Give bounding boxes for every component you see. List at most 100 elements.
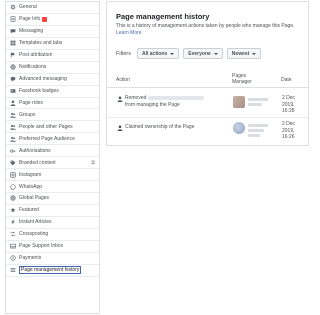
info-icon (9, 16, 16, 23)
learn-more-link[interactable]: Learn More (116, 30, 142, 36)
people-icon (9, 135, 16, 142)
column-header-manager: Pages Manager (232, 73, 252, 85)
sidebar-item-page-info[interactable]: Page Info (6, 14, 99, 26)
list-icon (9, 267, 16, 274)
sidebar-item-whatsapp[interactable]: WhatsApp (6, 181, 99, 193)
table-row: Removed from managing the Page 2 Dec 201… (107, 89, 308, 117)
sidebar-item-label: Messaging (19, 28, 44, 35)
globe-icon (9, 64, 16, 71)
sidebar-item-payments[interactable]: $ Payments (6, 253, 99, 265)
crosspost-icon (9, 231, 16, 238)
chevron-down-icon (252, 52, 257, 55)
sidebar-item-instagram[interactable]: Instagram (6, 169, 99, 182)
sidebar-item-featured[interactable]: Featured (6, 205, 99, 217)
chevron-down-icon (170, 52, 175, 55)
sidebar-item-crossposting[interactable]: Crossposting (6, 229, 99, 241)
sidebar-item-label: Notifications (19, 64, 47, 71)
filter-sort-dropdown[interactable]: Newest (226, 48, 262, 59)
sidebar-item-label: Instant Articles (19, 219, 52, 226)
people-icon (9, 111, 16, 118)
sidebar-item-messaging[interactable]: Messaging (6, 26, 99, 38)
instagram-icon (9, 171, 16, 178)
page-management-history-panel: Page management history This is a histor… (106, 1, 309, 146)
person-icon (9, 99, 16, 106)
flag-icon (9, 52, 16, 59)
action-suffix: from managing the Page (125, 101, 180, 108)
sidebar-item-preferred-page-audience[interactable]: Preferred Page Audience (6, 133, 99, 146)
sidebar-item-label: Preferred Page Audience (19, 135, 75, 142)
filter-actions-dropdown[interactable]: All actions (136, 48, 180, 59)
action-prefix: Removed (125, 95, 147, 101)
sidebar-item-page-support-inbox[interactable]: Page Support Inbox (6, 241, 99, 253)
sidebar-item-page-management-history[interactable]: Page management history (6, 264, 99, 277)
column-header-date: Date (281, 77, 292, 83)
filter-sort-value: Newest (231, 50, 250, 57)
sidebar-item-global-pages[interactable]: Global Pages (6, 193, 99, 205)
filters-bar: Filters All actions Everyone Newest (116, 48, 262, 59)
globe-icon (9, 195, 16, 202)
sidebar-item-advanced-messaging[interactable]: Advanced messaging (6, 74, 99, 86)
sidebar-item-page-roles[interactable]: Page roles (6, 98, 99, 110)
tag-icon (9, 159, 16, 166)
sidebar-item-label: Instagram (19, 171, 42, 178)
sidebar-item-branded-content[interactable]: Branded content ⧉ (6, 157, 99, 170)
sidebar-item-label: Page Support Inbox (19, 243, 64, 250)
sidebar-item-label: WhatsApp (19, 183, 43, 190)
key-icon (9, 147, 16, 154)
sidebar-item-label: Global Pages (19, 195, 50, 202)
column-header-action: Action (116, 77, 130, 83)
action-date: 2 Dec 2019, 16:28 (282, 95, 296, 114)
sidebar-item-groups[interactable]: Groups (6, 109, 99, 122)
person-icon (117, 96, 123, 102)
sidebar-item-facebook-badges[interactable]: Facebook badges (6, 86, 99, 98)
chat-bubble-icon (9, 76, 16, 83)
filters-label: Filters (116, 50, 131, 57)
sidebar-item-label: Templates and tabs (19, 40, 63, 47)
sidebar-item-people-and-other-pages[interactable]: People and other Pages (6, 121, 99, 134)
svg-text:$: $ (11, 256, 13, 260)
sidebar-item-label: Page management history (19, 266, 82, 275)
sidebar-item-templates-and-tabs[interactable]: Templates and tabs (6, 38, 99, 50)
manager-name-redacted (248, 124, 268, 139)
sidebar-item-label: Payments (19, 255, 42, 262)
sidebar-item-label: Crossposting (19, 231, 49, 238)
sidebar-item-label: Post attribution (19, 52, 53, 59)
filter-actions-value: All actions (141, 50, 168, 57)
action-date: 2 Dec 2019, 16:26 (282, 121, 296, 140)
notification-badge (42, 16, 48, 22)
sidebar-item-authorisations[interactable]: Authorisations (6, 145, 99, 158)
sidebar-item-label: Advanced messaging (19, 76, 67, 83)
sidebar-item-label: People and other Pages (19, 123, 73, 130)
badge-icon (9, 88, 16, 95)
sidebar-item-label: Page Info (19, 16, 41, 23)
table-header: Action Pages Manager Date (107, 68, 308, 88)
sidebar-item-post-attribution[interactable]: Post attribution (6, 50, 99, 62)
sidebar-item-general[interactable]: General (6, 2, 99, 14)
description-text: This is a history of management actions … (116, 23, 295, 29)
inbox-icon (9, 243, 16, 250)
sidebar-item-label: Branded content (19, 159, 56, 166)
chevron-down-icon (213, 52, 218, 55)
grid-icon (9, 40, 16, 47)
filter-people-value: Everyone (188, 50, 211, 57)
page-title: Page management history (116, 12, 210, 21)
gear-icon (9, 4, 16, 11)
settings-sidebar: General Page Info Messaging Templates and t… (5, 1, 100, 314)
avatar (233, 122, 245, 134)
sidebar-item-instant-articles[interactable]: Instant Articles (6, 217, 99, 229)
action-prefix: Claimed ownership of the Page (125, 124, 195, 130)
external-link-icon: ⧉ (91, 159, 95, 166)
sidebar-item-label: Groups (19, 111, 36, 118)
sidebar-item-label: Featured (19, 207, 40, 214)
dollar-icon: $ (9, 255, 16, 262)
redacted-name (148, 95, 205, 100)
filter-people-dropdown[interactable]: Everyone (183, 48, 223, 59)
action-description: Removed from managing the Page (125, 95, 227, 108)
person-icon (117, 125, 123, 131)
sidebar-item-notifications[interactable]: Notifications (6, 62, 99, 74)
people-icon (9, 123, 16, 130)
sidebar-item-label: Authorisations (19, 147, 51, 154)
whatsapp-icon (9, 183, 16, 190)
star-icon (9, 207, 16, 214)
sidebar-item-label: Facebook badges (19, 88, 59, 95)
